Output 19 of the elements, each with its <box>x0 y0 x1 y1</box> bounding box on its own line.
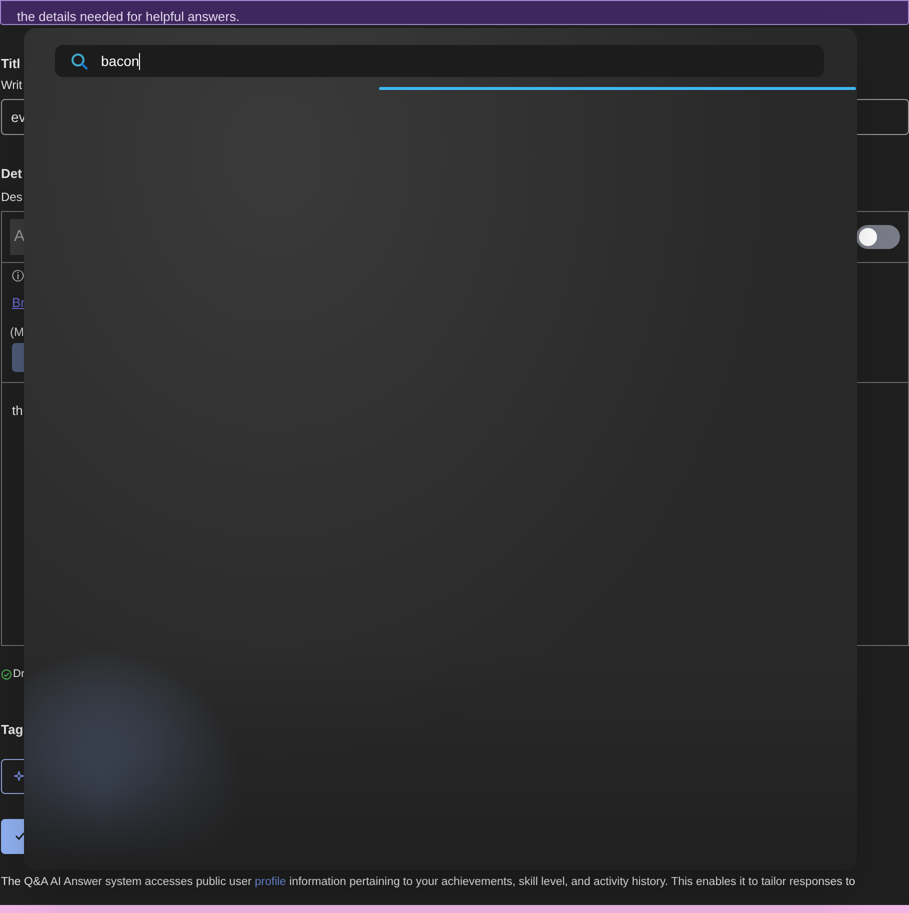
search-field[interactable]: bacon <box>55 45 824 77</box>
details-label: Det <box>1 165 22 183</box>
profile-link[interactable]: profile <box>254 876 286 888</box>
check-circle-icon <box>1 668 12 680</box>
title-hint: Writ <box>1 77 22 93</box>
editor-note: (M <box>10 324 24 340</box>
details-hint: Des <box>1 189 22 205</box>
draft-status: Dr <box>13 667 25 682</box>
editor-text: th <box>12 402 23 418</box>
info-icon: ⓘ <box>12 269 24 283</box>
sparkle-icon <box>14 771 24 781</box>
banner-text: the details needed for helpful answers. <box>17 10 240 24</box>
checkmark-icon <box>15 832 25 840</box>
search-icon <box>71 52 88 70</box>
toggle-switch[interactable] <box>856 225 900 249</box>
editor-link[interactable]: Br <box>12 293 25 312</box>
tags-label: Tag <box>1 720 24 738</box>
title-label: Titl <box>1 55 20 73</box>
footer-text: The Q&A AI Answer system accesses public user profile information pertaining to your achievements, skill level, and activity history. This enables it to tailor responses to <box>1 874 856 888</box>
